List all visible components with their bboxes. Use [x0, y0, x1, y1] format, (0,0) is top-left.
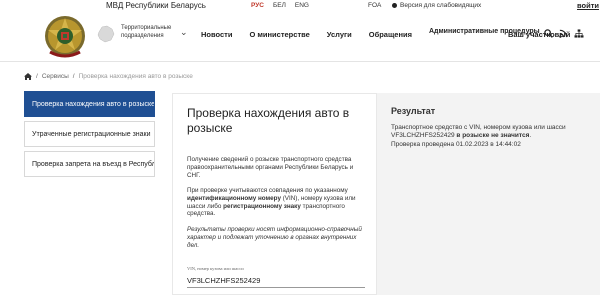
nav-news[interactable]: Новости [201, 30, 232, 39]
belarus-map-icon[interactable] [96, 24, 116, 44]
breadcrumb-services[interactable]: Сервисы [42, 73, 69, 80]
login-link[interactable]: войти [577, 1, 599, 10]
breadcrumb-separator: / [36, 73, 38, 80]
main-header: Территориальные подразделения ⌄ Новости … [0, 12, 600, 62]
main-nav: Новости О министерстве Услуги Обращения … [201, 28, 587, 39]
eye-icon [392, 3, 397, 8]
page-title: Проверка нахождения авто в розыске [187, 106, 350, 135]
result-title: Результат [391, 106, 436, 116]
vin-input[interactable] [187, 274, 365, 286]
breadcrumb-current: Проверка нахождения авто в розыске [78, 73, 193, 80]
nav-admin-procedures[interactable]: Административные процедуры [429, 28, 540, 36]
nav-appeals[interactable]: Обращения [369, 30, 412, 39]
lang-ru[interactable]: РУС [251, 2, 264, 9]
nav-about[interactable]: О министерстве [249, 30, 309, 39]
lang-en[interactable]: ENG [295, 2, 309, 9]
result-text: Транспортное средство с VIN, номером куз… [391, 124, 566, 148]
accessibility-label: Версия для слабовидящих [400, 2, 482, 9]
accessibility-link[interactable]: Версия для слабовидящих [392, 2, 481, 9]
region-selector-label[interactable]: Территориальные подразделения [121, 25, 181, 40]
sidebar-item-entry-ban[interactable]: Проверка запрета на въезд в Республику Б… [24, 151, 155, 177]
result-panel: Результат Транспортное средство с VIN, н… [377, 93, 600, 295]
header-icons [544, 29, 584, 38]
disclaimer-text: Результаты проверки носят информационно-… [187, 226, 362, 249]
ministry-emblem-logo[interactable] [40, 12, 90, 62]
chevron-down-icon[interactable]: ⌄ [180, 27, 188, 38]
top-bar: МВД Республики Беларусь РУС БЕЛ ENG FOA … [0, 0, 600, 12]
nav-services[interactable]: Услуги [327, 30, 352, 39]
lang-be[interactable]: БЕЛ [273, 2, 286, 9]
language-switcher: РУС БЕЛ ENG [251, 2, 309, 9]
breadcrumb: / Сервисы / Проверка нахождения авто в р… [24, 73, 193, 80]
intro-text: Получение сведений о розыске транспортно… [187, 156, 354, 179]
result-vin: VF3LCHZHFS252429 [391, 132, 455, 140]
vehicle-check-form: Проверка нахождения авто в розыске Получ… [172, 93, 377, 295]
site-name[interactable]: МВД Республики Беларусь [106, 1, 206, 10]
matching-info-text: При проверке учитываются совпадения по у… [187, 187, 356, 218]
result-status: в розыске не значится [456, 132, 530, 140]
sitemap-icon[interactable] [574, 29, 584, 38]
vin-field: VIN, номер кузова или шасси [187, 266, 365, 288]
result-checked-at: Проверка проведена 01.02.2023 в 14:44:02 [391, 140, 521, 148]
search-icon[interactable] [544, 29, 553, 38]
result-line: Транспортное средство с VIN, номером куз… [391, 124, 566, 131]
vin-field-label: VIN, номер кузова или шасси [187, 266, 244, 271]
sidebar-item-vehicle-search[interactable]: Проверка нахождения авто в розыске [24, 91, 155, 117]
home-icon[interactable] [24, 73, 32, 80]
breadcrumb-separator: / [72, 73, 75, 80]
fda-link[interactable]: FOA [368, 2, 381, 9]
rss-icon[interactable] [559, 29, 568, 38]
sidebar-item-lost-plates[interactable]: Утраченные регистрационные знаки [24, 121, 155, 147]
